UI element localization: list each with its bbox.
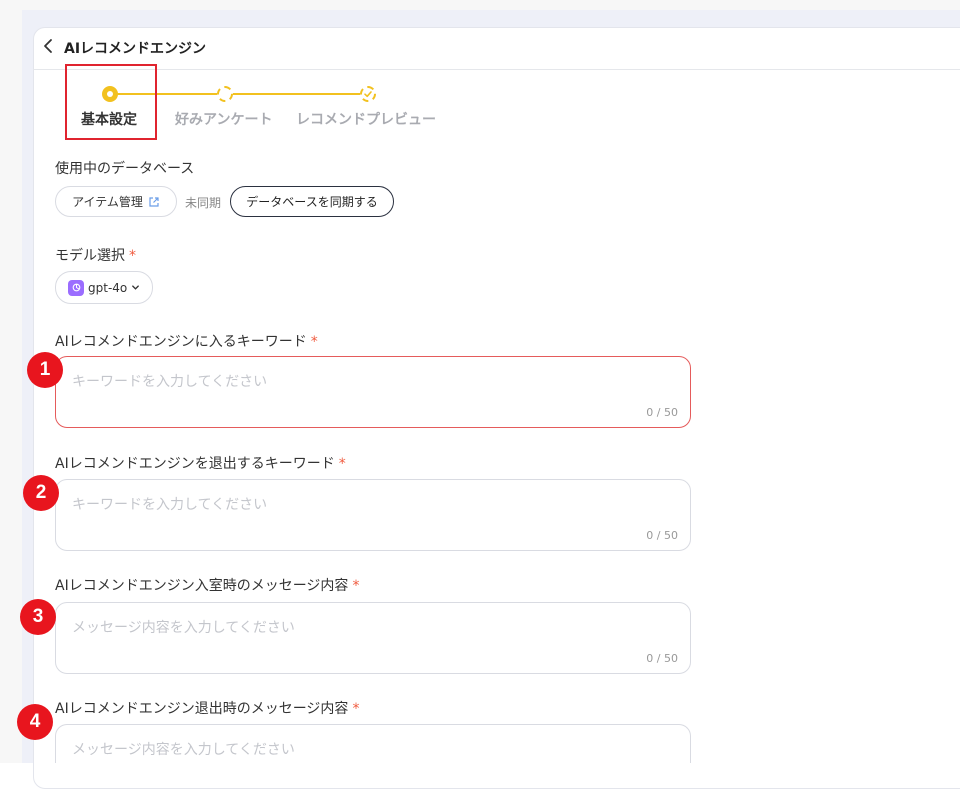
page-header: AIレコメンドエンジン (33, 27, 960, 70)
exit-keyword-label: AIレコメンドエンジンを退出するキーワード * (55, 456, 346, 472)
exit-keyword-input[interactable]: キーワードを入力してください 0 / 50 (55, 479, 691, 551)
step-3-label[interactable]: レコメンドプレビュー (296, 109, 436, 129)
model-select-value: gpt-4o (88, 280, 128, 295)
model-select[interactable]: gpt-4o (55, 271, 153, 304)
step-2-label[interactable]: 好みアンケート (175, 109, 272, 129)
sync-database-button[interactable]: データベースを同期する (230, 186, 394, 217)
required-mark: * (352, 701, 360, 717)
enter-message-placeholder: メッセージ内容を入力してください (72, 620, 295, 636)
required-mark: * (310, 334, 318, 350)
external-link-icon (149, 196, 159, 207)
enter-keyword-input[interactable]: キーワードを入力してください 0 / 50 (55, 356, 691, 428)
item-management-label: アイテム管理 (72, 195, 143, 209)
step-connector-2 (233, 93, 360, 95)
left-band (0, 10, 22, 763)
item-management-button[interactable]: アイテム管理 (55, 186, 177, 217)
step-3-check-icon[interactable] (360, 86, 376, 102)
enter-keyword-placeholder: キーワードを入力してください (72, 374, 268, 390)
annotation-badge-4: 4 (17, 704, 53, 740)
annotation-badge-3: 3 (20, 599, 56, 635)
enter-keyword-char-count: 0 / 50 (646, 406, 678, 419)
exit-message-label: AIレコメンドエンジン退出時のメッセージ内容 * (55, 701, 360, 717)
enter-message-input[interactable]: メッセージ内容を入力してください 0 / 50 (55, 602, 691, 674)
page-title: AIレコメンドエンジン (64, 41, 207, 57)
required-mark: * (129, 248, 136, 264)
enter-message-char-count: 0 / 50 (646, 652, 678, 665)
top-band (0, 0, 960, 10)
step-highlight-box (65, 64, 157, 140)
enter-message-label: AIレコメンドエンジン入室時のメッセージ内容 * (55, 578, 360, 594)
exit-message-input[interactable]: メッセージ内容を入力してください (55, 724, 691, 763)
exit-keyword-placeholder: キーワードを入力してください (72, 497, 268, 513)
annotation-badge-2: 2 (23, 475, 59, 511)
chevron-left-icon[interactable] (41, 38, 57, 54)
exit-keyword-char-count: 0 / 50 (646, 529, 678, 542)
step-2-pending-icon[interactable] (217, 86, 233, 102)
required-mark: * (352, 578, 360, 594)
enter-keyword-label: AIレコメンドエンジンに入るキーワード * (55, 334, 318, 350)
required-mark: * (338, 456, 346, 472)
sync-status-text: 未同期 (185, 196, 222, 210)
model-label: モデル選択 * (55, 248, 136, 264)
exit-message-placeholder: メッセージ内容を入力してください (72, 742, 295, 758)
annotation-badge-1: 1 (27, 352, 63, 388)
database-label: 使用中のデータベース (55, 161, 195, 177)
openai-icon (68, 279, 84, 296)
chevron-down-icon (132, 285, 140, 290)
